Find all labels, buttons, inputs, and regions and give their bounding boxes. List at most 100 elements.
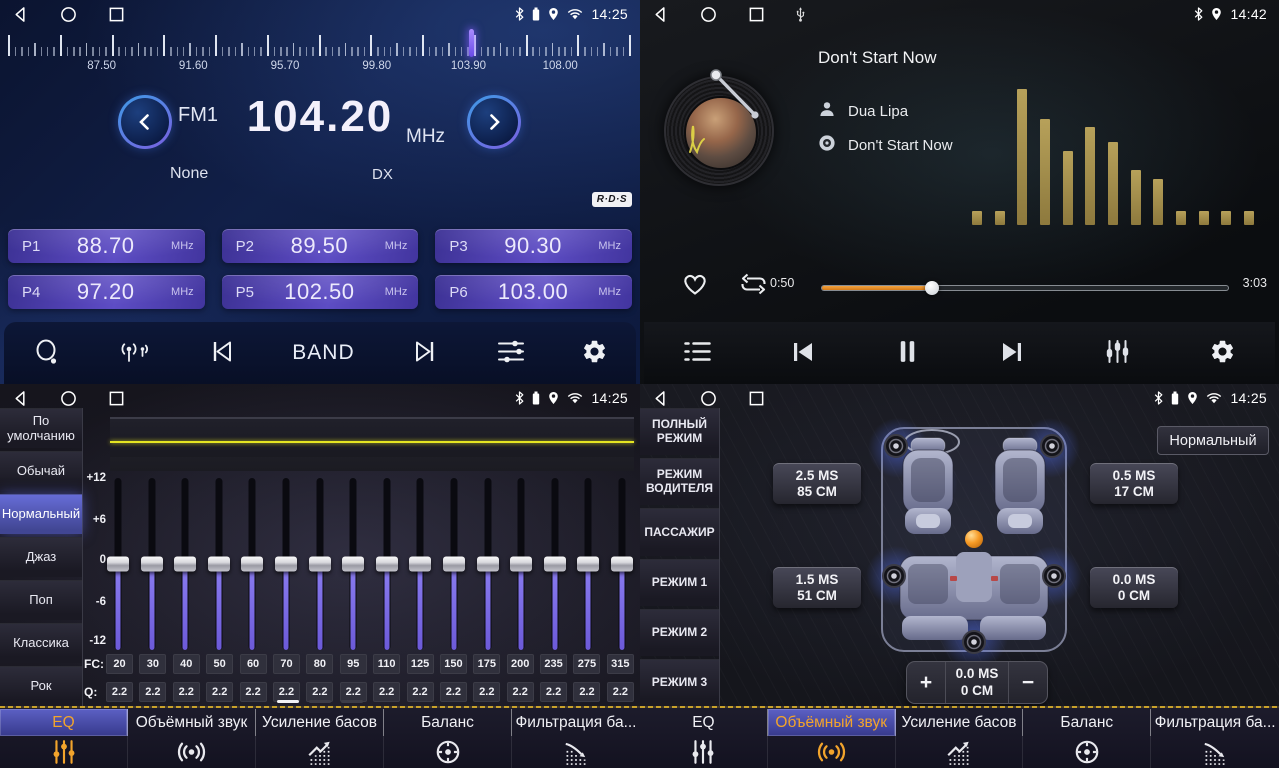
eq-band-slider[interactable] [106,476,130,652]
radio-preset-button-p6[interactable]: P6103.00MHz [435,275,632,309]
q-value[interactable]: 2.2 [607,682,634,702]
tune-up-button[interactable] [467,95,521,149]
q-value[interactable]: 2.2 [306,682,333,702]
q-value[interactable]: 2.2 [540,682,567,702]
album-art[interactable] [664,76,774,186]
eq-preset-item[interactable]: Обычай [0,451,82,491]
q-value[interactable]: 2.2 [440,682,467,702]
q-value[interactable]: 2.2 [340,682,367,702]
front-left-delay-button[interactable]: 2.5 MS 85 CM [773,463,861,504]
radio-preset-button-p2[interactable]: P289.50MHz [222,229,419,263]
q-value[interactable]: 2.2 [139,682,166,702]
audio-settings-button[interactable] [486,334,536,372]
nav-home-icon[interactable] [60,6,77,23]
surround-mode-item[interactable]: РЕЖИМ 2 [640,609,719,656]
nav-recents-icon[interactable] [108,390,125,407]
tab-surround-sound[interactable]: Объёмный звук [768,706,896,768]
fc-value[interactable]: 95 [340,654,367,674]
frequency-indicator[interactable] [469,29,474,57]
pause-button[interactable] [884,334,931,372]
tab-eq[interactable]: EQ [640,706,768,768]
q-value[interactable]: 2.2 [373,682,400,702]
eq-band-slider[interactable] [576,476,600,652]
fc-value[interactable]: 235 [540,654,567,674]
tab-eq[interactable]: EQ [0,706,128,768]
q-value[interactable]: 2.2 [473,682,500,702]
decrease-delay-button[interactable]: − [1009,662,1047,703]
nav-back-icon[interactable] [652,390,669,407]
eq-band-slider[interactable] [274,476,298,652]
eq-preset-item[interactable]: Поп [0,580,82,620]
fc-value[interactable]: 200 [507,654,534,674]
tab-balance[interactable]: Баланс [1023,706,1151,768]
playlist-button[interactable] [673,335,722,371]
increase-delay-button[interactable]: + [907,662,945,703]
q-value[interactable]: 2.2 [273,682,300,702]
radio-preset-button-p5[interactable]: P5102.50MHz [222,275,419,309]
slider-knob[interactable] [611,557,633,572]
nav-recents-icon[interactable] [108,6,125,23]
q-value[interactable]: 2.2 [106,682,133,702]
fc-value[interactable]: 50 [206,654,233,674]
tune-down-button[interactable] [118,95,172,149]
surround-mode-item[interactable]: ПОЛНЫЙ РЕЖИМ [640,408,719,455]
eq-band-slider[interactable] [308,476,332,652]
eq-band-slider[interactable] [240,476,264,652]
nav-home-icon[interactable] [700,6,717,23]
favorite-button[interactable] [670,266,720,304]
tab-bass-boost[interactable]: Усиление басов [256,706,384,768]
equalizer-button[interactable] [1093,334,1142,372]
slider-knob[interactable] [409,557,431,572]
eq-preset-item[interactable]: Классика [0,623,82,663]
slider-knob[interactable] [107,557,129,572]
eq-preset-item[interactable]: Джаз [0,537,82,577]
fc-value[interactable]: 175 [473,654,500,674]
eq-band-slider[interactable] [408,476,432,652]
slider-knob[interactable] [477,557,499,572]
fc-value[interactable]: 315 [607,654,634,674]
eq-preset-item[interactable]: По умолчанию [0,408,82,448]
fc-value[interactable]: 20 [106,654,133,674]
fc-value[interactable]: 60 [240,654,267,674]
tab-surround-sound[interactable]: Объёмный звук [128,706,256,768]
eq-preset-item[interactable]: Нормальный [0,494,82,534]
radio-preset-button-p3[interactable]: P390.30MHz [435,229,632,263]
q-value[interactable]: 2.2 [573,682,600,702]
surround-mode-item[interactable]: ПАССАЖИР [640,508,719,555]
q-value[interactable]: 2.2 [240,682,267,702]
slider-knob[interactable] [443,557,465,572]
settings-button[interactable] [1199,334,1246,372]
fc-value[interactable]: 110 [373,654,400,674]
next-track-button[interactable] [988,335,1036,372]
sound-profile-button[interactable]: Нормальный [1157,426,1269,455]
eq-band-slider[interactable] [140,476,164,652]
tab-subwoofer-filter[interactable]: Фильтрация ба... [1151,706,1279,768]
slider-knob[interactable] [342,557,364,572]
next-station-button[interactable] [400,334,450,372]
surround-mode-item[interactable]: РЕЖИМ 1 [640,559,719,606]
nav-back-icon[interactable] [652,6,669,23]
fc-value[interactable]: 80 [306,654,333,674]
eq-preset-item[interactable]: Рок [0,666,82,706]
fc-value[interactable]: 275 [573,654,600,674]
eq-band-slider[interactable] [442,476,466,652]
slider-knob[interactable] [241,557,263,572]
slider-knob[interactable] [275,557,297,572]
radio-preset-button-p4[interactable]: P497.20MHz [8,275,205,309]
eq-band-slider[interactable] [207,476,231,652]
tab-balance[interactable]: Баланс [384,706,512,768]
frequency-ruler[interactable]: 87.5091.6095.7099.80103.90108.00 [8,32,632,80]
previous-station-button[interactable] [197,334,247,372]
q-value[interactable]: 2.2 [407,682,434,702]
nav-home-icon[interactable] [700,390,717,407]
nav-home-icon[interactable] [60,390,77,407]
eq-band-slider[interactable] [375,476,399,652]
tab-subwoofer-filter[interactable]: Фильтрация ба... [512,706,640,768]
slider-knob[interactable] [376,557,398,572]
eq-band-slider[interactable] [476,476,500,652]
fc-value[interactable]: 30 [139,654,166,674]
seek-bar[interactable] [822,281,1228,295]
fc-value[interactable]: 40 [173,654,200,674]
radio-preset-button-p1[interactable]: P188.70MHz [8,229,205,263]
q-value[interactable]: 2.2 [507,682,534,702]
